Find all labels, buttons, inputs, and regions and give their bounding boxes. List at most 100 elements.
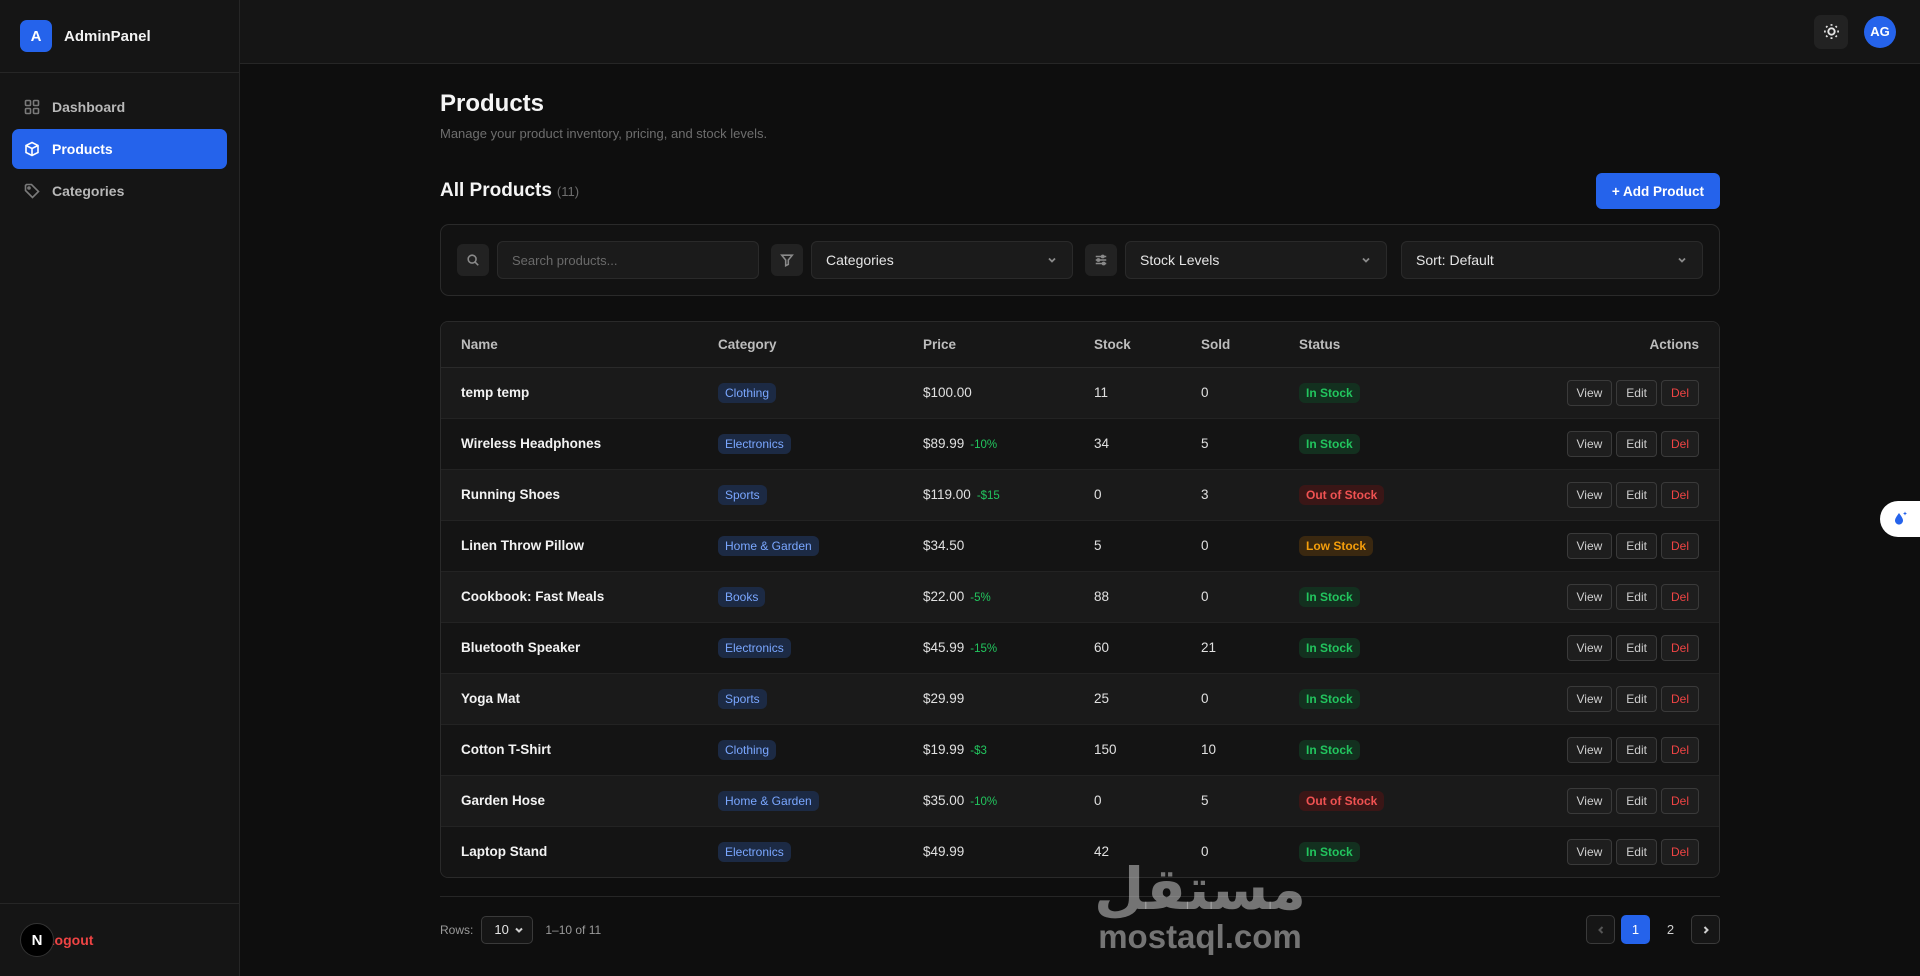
view-button[interactable]: View	[1566, 736, 1613, 763]
chevron-down-icon	[1048, 257, 1056, 263]
status-cell: Low Stock	[1279, 520, 1459, 571]
view-button[interactable]: View	[1566, 430, 1613, 457]
delete-button[interactable]: Del	[1660, 634, 1699, 661]
category-cell: Books	[698, 571, 903, 622]
brand[interactable]: A AdminPanel	[0, 0, 239, 73]
rows-per-page-select[interactable]: 10	[481, 915, 534, 944]
section-title: All Products	[440, 180, 552, 201]
view-button[interactable]: View	[1566, 787, 1613, 814]
page-title: Products	[440, 90, 545, 117]
edit-button[interactable]: Edit	[1616, 583, 1657, 610]
sort-select-label: Sort: Default	[1416, 252, 1494, 268]
pagination-bar: Rows: 10 1–10 of 11 1 2	[440, 896, 1720, 952]
sidebar-item-dashboard[interactable]: Dashboard	[12, 87, 227, 127]
view-button[interactable]: View	[1566, 838, 1613, 865]
discount-badge: -10%	[970, 796, 998, 808]
discount-badge: -$15	[976, 490, 1000, 502]
pagination-left: Rows: 10 1–10 of 11	[440, 915, 601, 944]
floating-assistant-button[interactable]	[1880, 501, 1920, 537]
view-button[interactable]: View	[1566, 379, 1613, 406]
sidebar-item-products[interactable]: Products	[12, 129, 227, 169]
col-header-sold[interactable]: Sold	[1181, 322, 1279, 368]
discount-badge: -5%	[970, 592, 991, 604]
category-cell: Clothing	[698, 367, 903, 418]
edit-button[interactable]: Edit	[1616, 787, 1657, 814]
delete-button[interactable]: Del	[1660, 736, 1699, 763]
stock-value: 34	[1094, 436, 1110, 451]
category-badge: Sports	[718, 484, 767, 505]
delete-button[interactable]: Del	[1660, 583, 1699, 610]
edit-button[interactable]: Edit	[1616, 838, 1657, 865]
delete-button[interactable]: Del	[1660, 838, 1699, 865]
search-input[interactable]	[497, 241, 759, 279]
sold-value: 5	[1201, 436, 1209, 451]
view-button[interactable]: View	[1566, 634, 1613, 661]
status-cell: In Stock	[1279, 367, 1459, 418]
chevron-right-icon	[1703, 925, 1709, 934]
price-cell: $22.00 -5%	[903, 571, 1074, 622]
col-header-category[interactable]: Category	[698, 322, 903, 368]
edit-button[interactable]: Edit	[1616, 634, 1657, 661]
prev-page-button[interactable]	[1586, 915, 1615, 944]
sort-select[interactable]: Sort: Default	[1401, 241, 1703, 279]
page-button-2[interactable]: 2	[1656, 915, 1685, 944]
delete-button[interactable]: Del	[1660, 481, 1699, 508]
table-row: temp temp Clothing $100.00 11 0 In Stock View E…	[441, 367, 1719, 418]
rows-per-page-value: 10	[494, 922, 509, 937]
edit-button[interactable]: Edit	[1616, 736, 1657, 763]
product-name: Running Shoes	[461, 487, 560, 502]
delete-button[interactable]: Del	[1660, 685, 1699, 712]
page-button-1[interactable]: 1	[1621, 915, 1650, 944]
products-content: Products Manage your product inventory, …	[440, 64, 1720, 952]
n-badge[interactable]: N	[20, 923, 54, 957]
product-name: Bluetooth Speaker	[461, 640, 581, 655]
sidebar-item-categories[interactable]: Categories	[12, 171, 227, 211]
category-badge: Books	[718, 586, 766, 607]
theme-toggle-button[interactable]	[1814, 14, 1848, 49]
table-row: Yoga Mat Sports $29.99 25 0 In Stock View Edit D…	[441, 673, 1719, 724]
chevron-down-icon	[515, 927, 524, 933]
brand-logo: A	[20, 20, 52, 52]
view-button[interactable]: View	[1566, 532, 1613, 559]
categories-select-label: Categories	[826, 252, 894, 268]
view-button[interactable]: View	[1566, 481, 1613, 508]
delete-button[interactable]: Del	[1660, 787, 1699, 814]
edit-button[interactable]: Edit	[1616, 685, 1657, 712]
avatar[interactable]: AG	[1864, 15, 1896, 48]
status-badge: Out of Stock	[1299, 484, 1385, 505]
edit-button[interactable]: Edit	[1616, 481, 1657, 508]
delete-button[interactable]: Del	[1660, 379, 1699, 406]
section-header: All Products (11) + Add Product	[440, 173, 1720, 209]
stock-levels-select[interactable]: Stock Levels	[1125, 241, 1387, 279]
view-button[interactable]: View	[1566, 583, 1613, 610]
sidebar-item-label: Dashboard	[52, 99, 126, 115]
sidebar-item-label: Categories	[52, 183, 125, 199]
price-value: $49.99	[923, 844, 965, 860]
next-page-button[interactable]	[1691, 915, 1720, 944]
categories-select[interactable]: Categories	[811, 241, 1073, 279]
stock-value: 5	[1094, 538, 1102, 553]
edit-button[interactable]: Edit	[1616, 379, 1657, 406]
sun-icon	[1823, 24, 1839, 39]
sidebar-footer: N Logout	[0, 903, 239, 976]
table-row: Wireless Headphones Electronics $89.99 -10%…	[441, 418, 1719, 469]
col-header-name[interactable]: Name	[441, 322, 698, 368]
col-header-stock[interactable]: Stock	[1074, 322, 1181, 368]
delete-button[interactable]: Del	[1660, 430, 1699, 457]
products-table: Name Category Price Stock Sold Status Ac…	[441, 322, 1719, 877]
table-row: Garden Hose Home & Garden $35.00 -10% 0 5 Out …	[441, 775, 1719, 826]
status-badge: In Stock	[1299, 841, 1360, 862]
view-button[interactable]: View	[1566, 685, 1613, 712]
rows-label: Rows:	[440, 922, 474, 937]
status-badge: In Stock	[1299, 433, 1360, 454]
actions-cell: View Edit Del	[1459, 826, 1719, 877]
delete-button[interactable]: Del	[1660, 532, 1699, 559]
grid-icon	[24, 99, 40, 115]
edit-button[interactable]: Edit	[1616, 532, 1657, 559]
table-row: Cookbook: Fast Meals Books $22.00 -5% 88 0 In …	[441, 571, 1719, 622]
col-header-status[interactable]: Status	[1279, 322, 1459, 368]
add-product-button[interactable]: + Add Product	[1595, 173, 1720, 209]
edit-button[interactable]: Edit	[1616, 430, 1657, 457]
stock-value: 88	[1094, 589, 1110, 604]
col-header-price[interactable]: Price	[903, 322, 1074, 368]
